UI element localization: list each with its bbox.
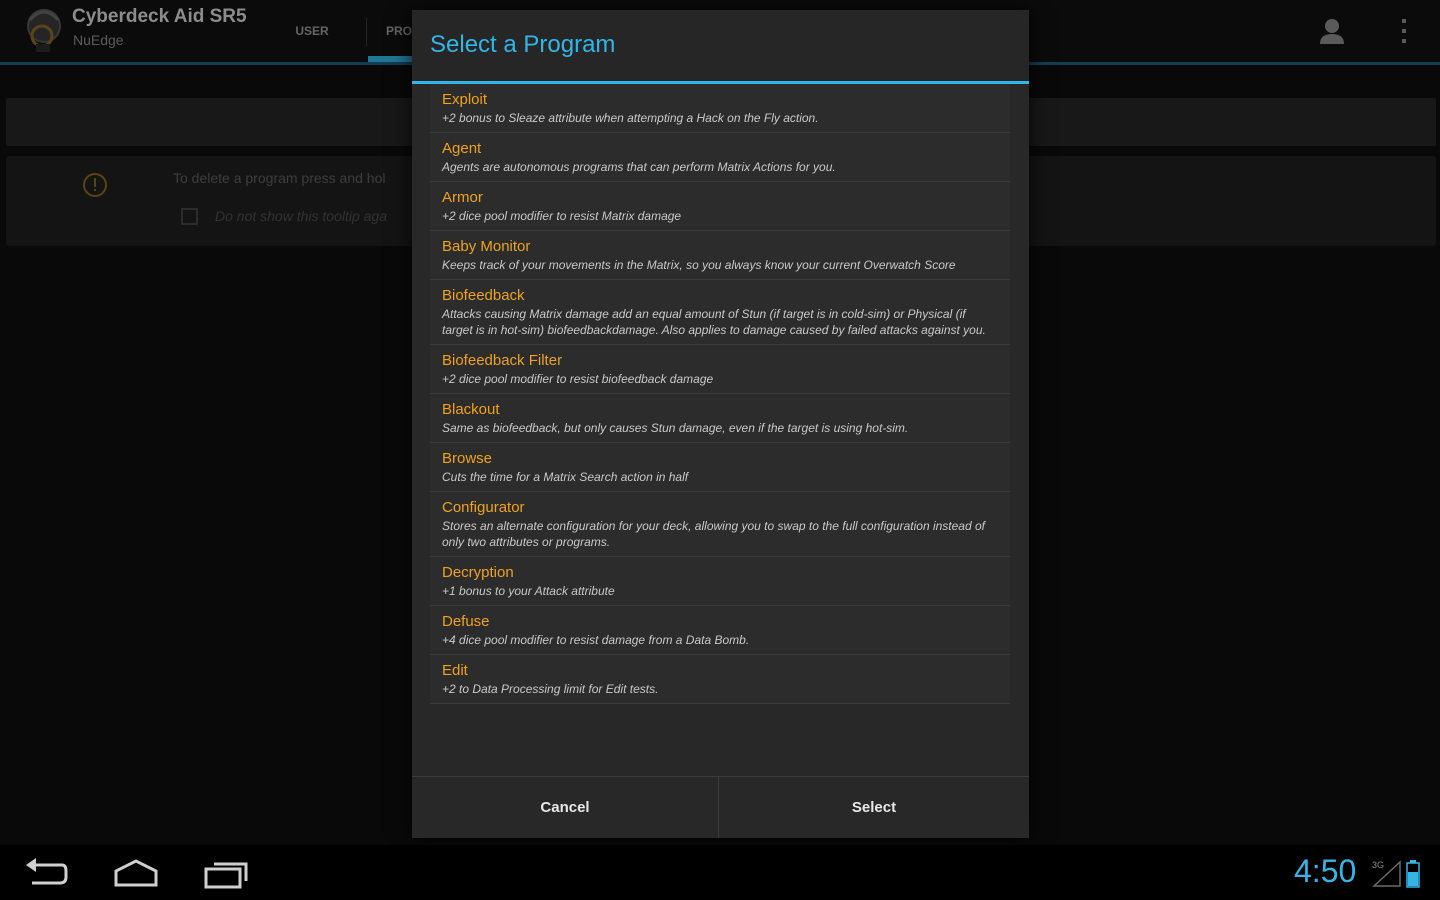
program-name: Edit	[442, 662, 468, 679]
program-name: Decryption	[442, 564, 514, 581]
program-item-decryption[interactable]: Decryption +1 bonus to your Attack attri…	[430, 557, 1010, 606]
recents-icon[interactable]	[202, 855, 252, 891]
program-item-agent[interactable]: Agent Agents are autonomous programs tha…	[430, 133, 1010, 182]
program-name: Armor	[442, 189, 483, 206]
system-nav-bar	[0, 845, 1440, 900]
program-description: +2 bonus to Sleaze attribute when attemp…	[442, 111, 819, 125]
program-name: Defuse	[442, 613, 490, 630]
status-clock: 4:50	[1294, 853, 1357, 889]
program-name: Biofeedback	[442, 287, 525, 304]
home-icon[interactable]	[112, 855, 160, 891]
program-description: Keeps track of your movements in the Mat…	[442, 258, 956, 272]
program-item-edit[interactable]: Edit +2 to Data Processing limit for Edi…	[430, 655, 1010, 704]
back-icon[interactable]	[22, 855, 68, 891]
program-item-exploit[interactable]: Exploit +2 bonus to Sleaze attribute whe…	[430, 84, 1010, 133]
battery-icon	[1406, 860, 1420, 888]
network-type-label: 3G	[1372, 860, 1384, 870]
program-item-configurator[interactable]: Configurator Stores an alternate configu…	[430, 492, 1010, 557]
program-description: +1 bonus to your Attack attribute	[442, 584, 615, 598]
program-item-defuse[interactable]: Defuse +4 dice pool modifier to resist d…	[430, 606, 1010, 655]
program-item-biofeedback-filter[interactable]: Biofeedback Filter +2 dice pool modifier…	[430, 345, 1010, 394]
program-item-baby-monitor[interactable]: Baby Monitor Keeps track of your movemen…	[430, 231, 1010, 280]
select-program-dialog: Select a Program Exploit +2 bonus to Sle…	[412, 10, 1029, 838]
program-name: Browse	[442, 450, 493, 467]
program-description: Agents are autonomous programs that can …	[442, 160, 836, 174]
program-list[interactable]: Exploit +2 bonus to Sleaze attribute whe…	[430, 84, 1010, 774]
dialog-title: Select a Program	[430, 31, 616, 58]
select-button[interactable]: Select	[719, 777, 1029, 838]
program-name: Biofeedback Filter	[442, 352, 563, 369]
program-description: Attacks causing Matrix damage add an equ…	[442, 307, 986, 337]
program-name: Configurator	[442, 499, 525, 516]
program-item-browse[interactable]: Browse Cuts the time for a Matrix Search…	[430, 443, 1010, 492]
program-description: Same as biofeedback, but only causes Stu…	[442, 421, 909, 435]
program-name: Agent	[442, 140, 482, 157]
signal-icon: 3G	[1372, 860, 1401, 887]
program-item-armor[interactable]: Armor +2 dice pool modifier to resist Ma…	[430, 182, 1010, 231]
screen: Cyberdeck Aid SR5 NuEdge USER PRO To del…	[0, 0, 1440, 900]
program-name: Exploit	[442, 91, 488, 108]
program-name: Baby Monitor	[442, 238, 531, 255]
program-description: +2 dice pool modifier to resist biofeedb…	[442, 372, 714, 386]
dialog-header: Select a Program	[412, 10, 1029, 82]
program-description: +2 dice pool modifier to resist Matrix d…	[442, 209, 682, 223]
program-description: Cuts the time for a Matrix Search action…	[442, 470, 689, 484]
dialog-button-bar: Cancel Select	[412, 776, 1029, 838]
program-item-blackout[interactable]: Blackout Same as biofeedback, but only c…	[430, 394, 1010, 443]
program-description: +2 to Data Processing limit for Edit tes…	[442, 682, 659, 696]
program-description: +4 dice pool modifier to resist damage f…	[442, 633, 750, 647]
program-description: Stores an alternate configuration for yo…	[442, 519, 985, 549]
program-name: Blackout	[442, 401, 500, 418]
cancel-button[interactable]: Cancel	[412, 777, 718, 838]
program-item-biofeedback[interactable]: Biofeedback Attacks causing Matrix damag…	[430, 280, 1010, 345]
